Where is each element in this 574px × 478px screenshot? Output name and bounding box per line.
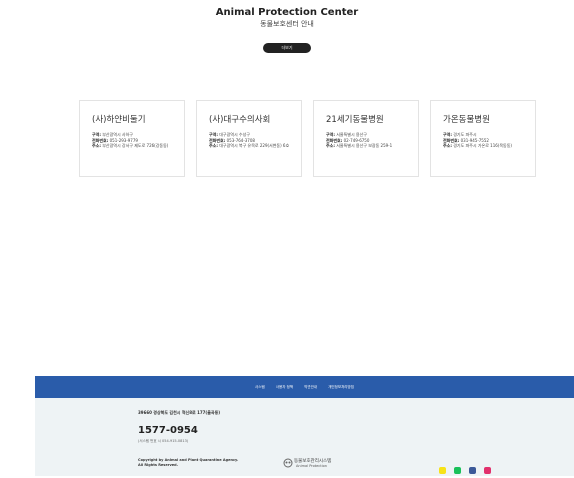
center-card[interactable]: 가온동물병원 구역: 경기도 파주시 전화번호: 031-945-7552 주소… xyxy=(430,100,536,177)
footer-link[interactable]: 사스템 xyxy=(255,385,265,389)
instagram-icon[interactable] xyxy=(484,467,492,474)
footer-hours: (서스템 번호 시 054-915-0813) xyxy=(138,439,189,443)
blog-icon[interactable] xyxy=(454,467,462,474)
footer-link[interactable]: 사용자 정책 xyxy=(276,385,293,389)
social-links xyxy=(439,459,494,478)
center-name: (사)대구수의사회 xyxy=(209,115,271,125)
center-name: (사)하얀비둘기 xyxy=(92,115,146,125)
center-address: 주소: 대구광역시 북구 유목로 229(서변동) 6호 xyxy=(209,143,290,148)
center-address: 주소: 경기도 파주시 가온로 116(목동동) xyxy=(443,143,512,148)
center-name: 가온동물병원 xyxy=(443,115,490,125)
footer-logo: 동물보호관리시스템 Animal Protection xyxy=(283,458,343,470)
center-address: 주소: 부산광역시 강서구 제도로 726(강동동) xyxy=(92,143,169,148)
center-name: 21세기동물병원 xyxy=(326,115,384,125)
logo-icon xyxy=(283,458,293,468)
page-title: Animal Protection Center xyxy=(215,7,359,18)
center-address: 주소: 서울특별시 용산구 보광동 259-1 xyxy=(326,143,393,148)
footer-copyright: Copyright by Animal and Plant Quarantine… xyxy=(138,458,239,467)
footer-nav: 사스템 사용자 정책 약관안내 개인정보처리방침 xyxy=(35,376,574,398)
center-card[interactable]: (사)하얀비둘기 구역: 부산광역시 사하구 전화번호: 051-293-977… xyxy=(79,100,185,177)
center-card[interactable]: (사)대구수의사회 구역: 대구광역시 수성구 전화번호: 053-764-37… xyxy=(196,100,302,177)
footer-link[interactable]: 약관안내 xyxy=(304,385,317,389)
footer-phone: 1577-0954 xyxy=(138,425,198,436)
page-subtitle: 동물보호센터 안내 xyxy=(260,20,314,28)
more-button[interactable]: 더보기 xyxy=(263,43,311,53)
footer-address: 39660 경상북도 김천시 혁신8로 177(율곡동) xyxy=(138,410,221,415)
footer: 39660 경상북도 김천시 혁신8로 177(율곡동) 1577-0954 (… xyxy=(35,398,574,476)
page-header: Animal Protection Center 동물보호센터 안내 xyxy=(0,7,574,29)
facebook-icon[interactable] xyxy=(469,467,477,474)
footer-link[interactable]: 개인정보처리방침 xyxy=(328,385,354,389)
center-card[interactable]: 21세기동물병원 구역: 서울특별시 용산구 전화번호: 02-749-6750… xyxy=(313,100,419,177)
center-card-list: (사)하얀비둘기 구역: 부산광역시 사하구 전화번호: 051-293-977… xyxy=(79,100,537,177)
kakaotalk-icon[interactable] xyxy=(439,467,446,474)
